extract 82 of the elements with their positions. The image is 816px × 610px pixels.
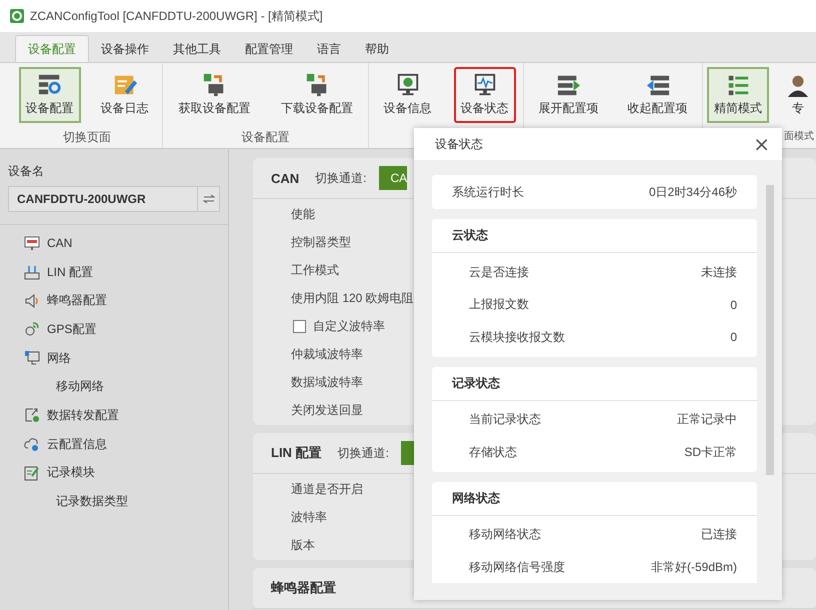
menu-tab[interactable]: 设备配置 — [15, 35, 89, 62]
status-label: 存储状态 — [469, 444, 517, 461]
menu-tab[interactable]: 设备操作 — [89, 36, 161, 62]
cloud-icon — [24, 436, 40, 452]
channel-button[interactable]: CA — [378, 166, 408, 190]
menu-tab[interactable]: 帮助 — [353, 36, 401, 62]
device-name-label: 设备名 — [8, 163, 45, 180]
field-label: 通道是否开启 — [291, 480, 363, 498]
group-title: 云状态 — [432, 219, 757, 253]
status-value: 正常记录中 — [677, 411, 737, 428]
field-label: 控制器类型 — [291, 234, 351, 250]
sidebar-item[interactable]: 记录数据类型 — [24, 487, 228, 516]
window-title: ZCANConfigTool [CANFDDTU-200UWGR] - [精简模式] — [30, 8, 323, 24]
field-label: 仲裁域波特率 — [291, 346, 363, 362]
ribbon-button[interactable]: 下载设备配置 — [274, 67, 360, 123]
ribbon-button[interactable]: 精简模式 — [707, 67, 769, 123]
sidebar-item[interactable]: 记录模块 — [24, 458, 228, 488]
sidebar-item[interactable]: 蜂鸣器配置 — [24, 286, 228, 316]
device-select[interactable]: CANFDDTU-200UWGR — [8, 186, 220, 212]
status-label: 当前记录状态 — [469, 411, 541, 428]
speaker-icon — [24, 292, 40, 309]
field-label: 工作模式 — [291, 262, 339, 278]
ribbon-button[interactable]: 获取设备配置 — [171, 67, 258, 123]
status-label: 移动网络信号强度 — [469, 558, 565, 576]
document-gear-icon — [24, 407, 40, 424]
status-value: 已连接 — [701, 526, 737, 544]
menu-tab[interactable]: 语言 — [305, 36, 353, 62]
ribbon-button[interactable]: 设备配置 — [18, 67, 80, 123]
field-label: 关闭发送回显 — [291, 402, 363, 418]
status-label: 移动网络状态 — [469, 526, 541, 544]
monitor-icon — [24, 235, 40, 252]
status-label: 上报报文数 — [469, 296, 529, 314]
sidebar-item[interactable]: LIN 配置 — [24, 258, 228, 286]
menu-tab[interactable]: 其他工具 — [161, 36, 233, 62]
status-label: 云是否连接 — [469, 264, 529, 281]
status-value: 0 — [730, 330, 737, 344]
satellite-icon — [24, 321, 40, 338]
notepad-icon — [24, 464, 40, 481]
router-icon — [24, 264, 40, 280]
ribbon-button[interactable]: 展开配置项 — [532, 67, 606, 123]
section-title: LIN 配置 — [271, 444, 322, 462]
dialog-title: 设备状态 — [435, 136, 483, 152]
switch-channel-label: 切换通道: — [315, 170, 367, 186]
sidebar-item[interactable]: CAN — [24, 229, 228, 258]
group-title: 记录状态 — [432, 366, 757, 400]
field-label: 自定义波特率 — [313, 318, 385, 334]
ribbon-button[interactable]: 专 — [777, 67, 816, 123]
sidebar-item[interactable]: 云配置信息 — [24, 430, 228, 458]
group-title: 网络状态 — [432, 482, 757, 516]
menu-tab[interactable]: 配置管理 — [233, 36, 305, 62]
close-button[interactable]: × — [749, 134, 774, 154]
status-value: 0日2时34分46秒 — [648, 184, 737, 200]
switch-channel-label: 切换通道: — [338, 444, 389, 462]
field-label: 波特率 — [291, 508, 327, 526]
status-value: 0 — [730, 298, 737, 312]
status-label: 云模块接收报文数 — [469, 328, 565, 346]
ribbon-button[interactable]: 设备信息 — [376, 67, 438, 123]
ribbon-button[interactable]: 设备状态 — [454, 67, 516, 123]
field-label: 版本 — [291, 536, 315, 554]
status-label: 系统运行时长 — [452, 184, 524, 200]
ribbon-button[interactable]: 收起配置项 — [620, 67, 694, 123]
channel-button[interactable] — [400, 441, 415, 465]
group-label: 切换页面 — [63, 130, 111, 144]
group-label: 面模式 — [784, 131, 814, 142]
sidebar-item[interactable]: 数据转发配置 — [24, 401, 228, 430]
status-value: 非常好(-59dBm) — [650, 558, 737, 576]
sidebar-item[interactable]: 移动网络 — [24, 372, 228, 402]
checkbox[interactable] — [293, 320, 306, 332]
ribbon-button[interactable]: 设备日志 — [94, 67, 156, 123]
sidebar-item[interactable]: GPS配置 — [24, 315, 228, 344]
sidebar-item[interactable]: 网络 — [24, 344, 228, 372]
status-value: SD卡正常 — [684, 444, 737, 461]
group-label: 设备配置 — [242, 130, 290, 144]
swap-icon — [202, 194, 214, 204]
network-icon — [24, 350, 40, 366]
section-title: CAN — [271, 170, 300, 186]
status-value: 未连接 — [701, 264, 737, 281]
section-title: 蜂鸣器配置 — [271, 579, 336, 597]
field-label: 使用内阻 120 欧姆电阻 — [291, 290, 414, 306]
field-label: 使能 — [291, 206, 315, 222]
field-label: 数据域波特率 — [291, 374, 363, 390]
app-logo-icon — [10, 9, 24, 23]
